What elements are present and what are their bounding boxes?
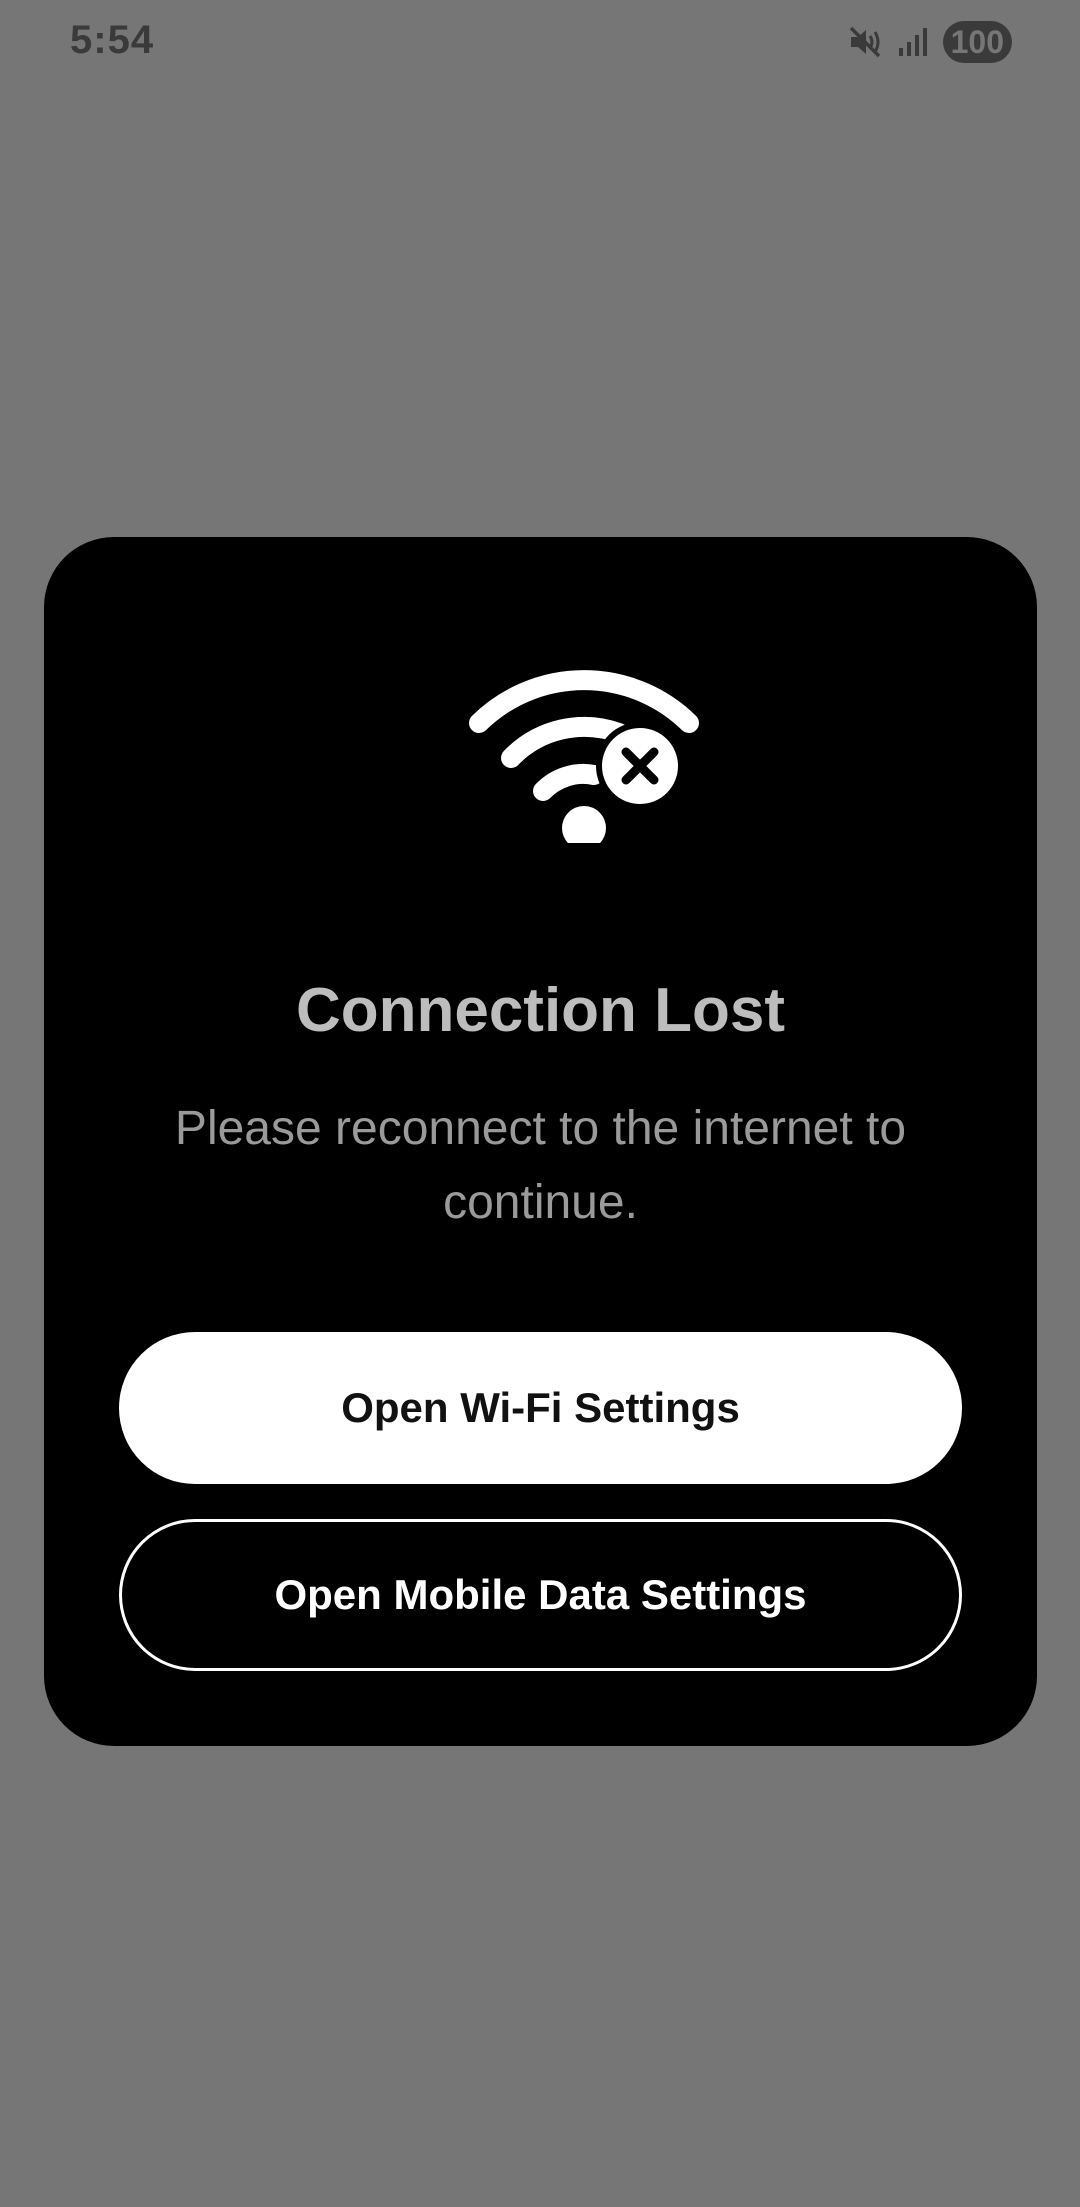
status-bar: 5:54 100: [0, 0, 1080, 84]
open-wifi-settings-button[interactable]: Open Wi-Fi Settings: [119, 1332, 962, 1484]
battery-icon: 100: [942, 21, 1012, 63]
dialog-message: Please reconnect to the internet to cont…: [174, 1102, 907, 1229]
mute-vibrate-icon: [847, 24, 883, 60]
wifi-off-icon: [469, 663, 699, 850]
open-mobile-data-settings-button[interactable]: Open Mobile Data Settings: [119, 1519, 962, 1671]
signal-icon: [897, 26, 929, 58]
status-icons: 100: [847, 18, 1012, 66]
connection-lost-dialog: Connection Lost Please reconnect to the …: [44, 537, 1037, 1746]
dialog-title: Connection Lost: [295, 976, 786, 1045]
status-time: 5:54: [70, 18, 155, 62]
